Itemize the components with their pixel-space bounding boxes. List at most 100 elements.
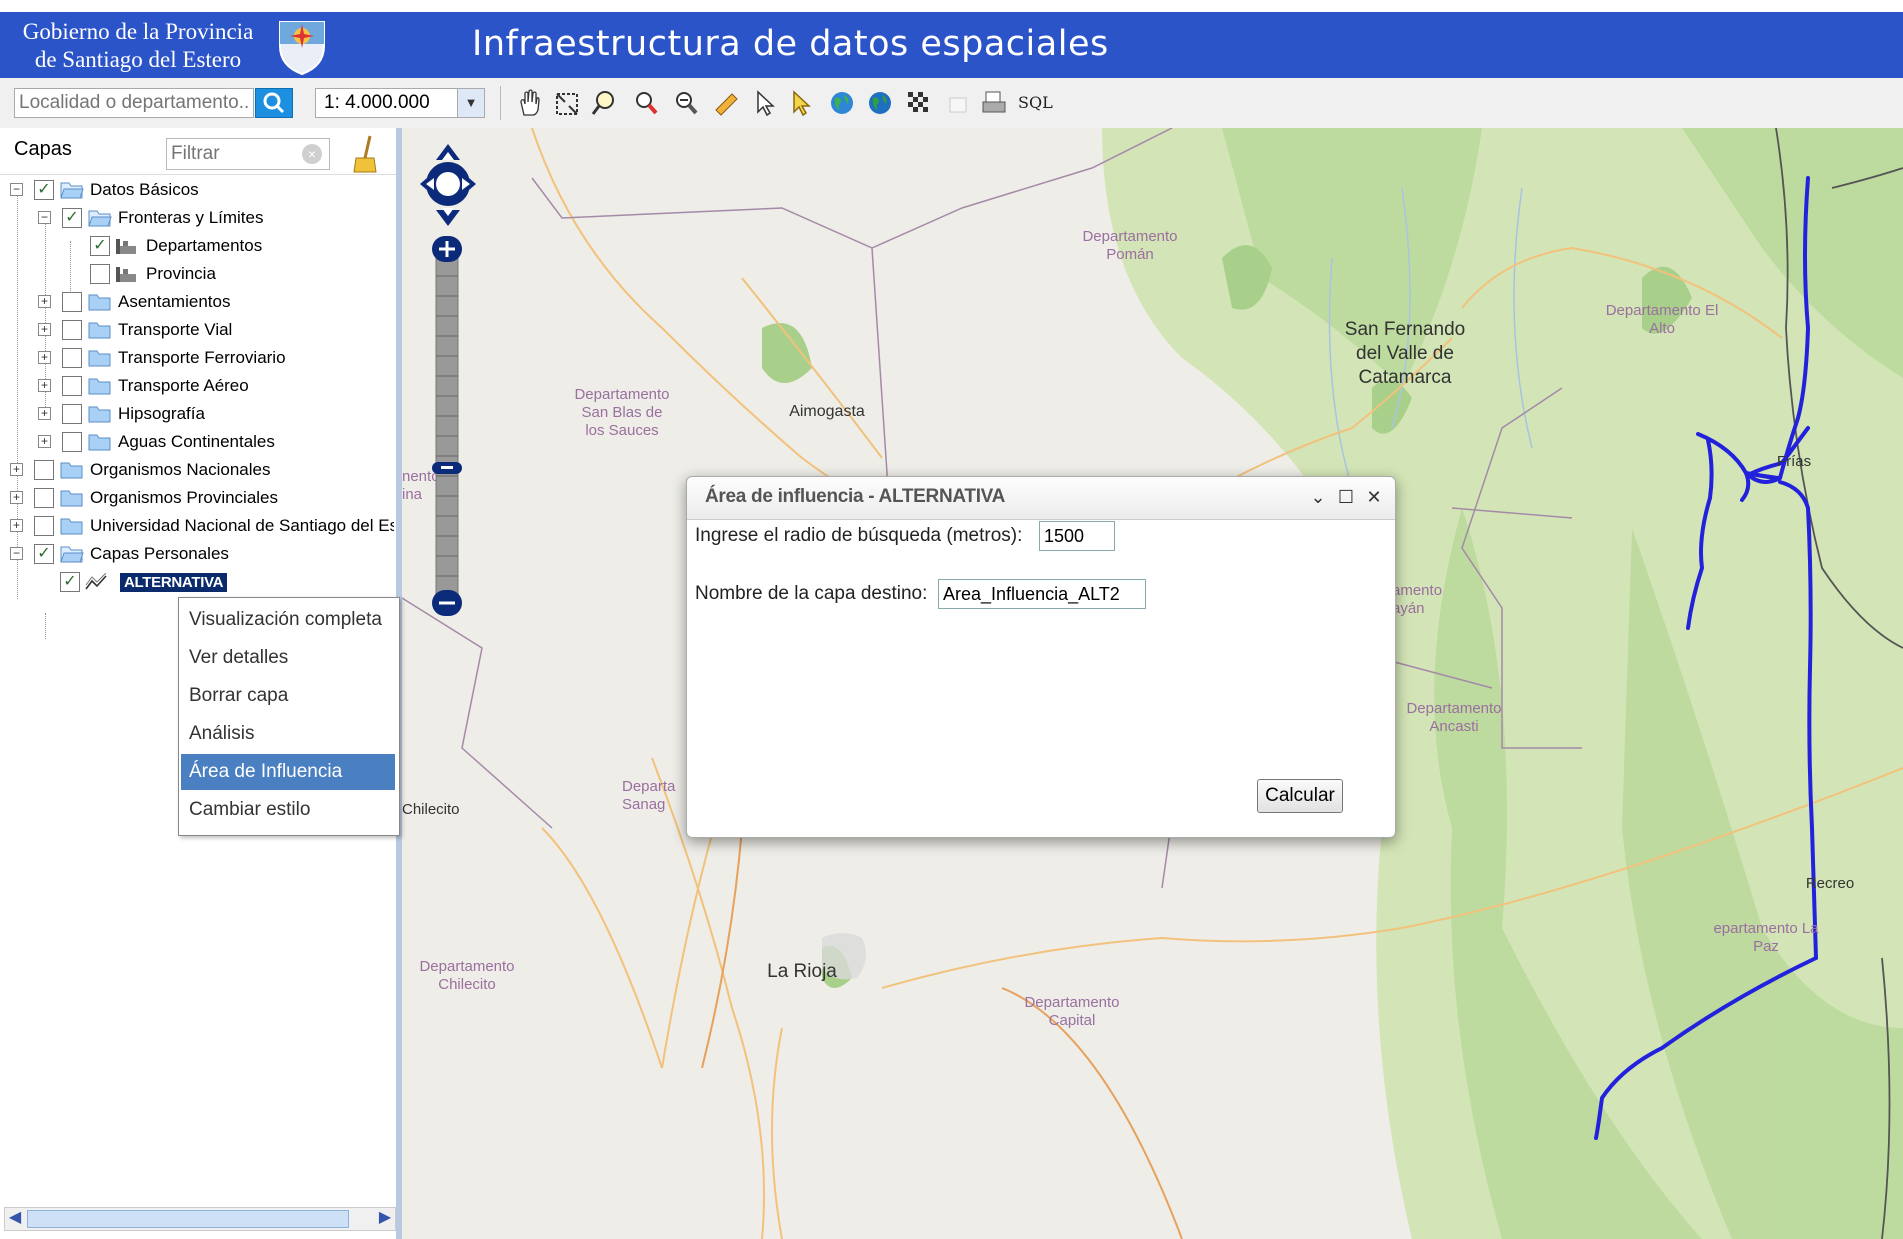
tree-node-label: Transporte Vial	[118, 320, 233, 339]
globe-icon[interactable]	[828, 88, 856, 118]
panel-title: Capas	[14, 138, 72, 160]
zoom-out-icon[interactable]	[672, 88, 700, 118]
map-label-recreo: Recreo	[1805, 875, 1855, 892]
menu-item-analisis[interactable]: Análisis	[181, 716, 395, 752]
layer-checkbox[interactable]: ✓	[62, 208, 82, 228]
chevron-down-icon: ▼	[457, 89, 484, 117]
map-label-dep-el-alto: Departamento El Alto	[1605, 302, 1719, 337]
expand-icon[interactable]: +	[10, 491, 23, 504]
horizontal-scrollbar[interactable]: ◀ ▶	[4, 1207, 396, 1231]
broom-icon[interactable]	[350, 134, 380, 174]
layer-checkbox[interactable]	[90, 264, 110, 284]
location-search-input[interactable]	[14, 88, 254, 118]
map-label-la-rioja: La Rioja	[767, 961, 837, 982]
folder-icon	[88, 350, 111, 367]
globe-2-icon[interactable]	[866, 88, 894, 118]
pan-control[interactable]	[418, 142, 478, 228]
scale-select[interactable]: 1: 4.000.000 ▼	[315, 88, 485, 118]
menu-item-cambiar-estilo[interactable]: Cambiar estilo	[181, 792, 395, 828]
map-label-san-fernando: San Fernando del Valle de Catamarca	[1344, 319, 1466, 388]
radius-input[interactable]	[1039, 521, 1115, 551]
province-crest-icon	[279, 21, 325, 76]
map-label-dep-poman: Departamento Pomán	[1082, 228, 1178, 263]
menu-item-ver-detalles[interactable]: Ver detalles	[181, 640, 395, 676]
expand-icon[interactable]: +	[38, 351, 51, 364]
layer-checkbox[interactable]: ✓	[34, 180, 54, 200]
gov-title-line2: de Santiago del Estero	[34, 47, 242, 72]
tree-node-label: Transporte Ferroviario	[118, 348, 286, 367]
layer-checkbox[interactable]	[34, 488, 54, 508]
map-label-dep-ancasti: Departamento Ancasti	[1406, 700, 1502, 735]
collapse-icon[interactable]: −	[10, 183, 23, 196]
search-button[interactable]	[255, 88, 293, 118]
select-icon[interactable]	[788, 88, 816, 118]
line-layer-icon	[85, 573, 107, 590]
layer-checkbox[interactable]	[34, 460, 54, 480]
expand-icon[interactable]: +	[38, 435, 51, 448]
sql-button[interactable]: SQL	[1018, 93, 1053, 112]
map-label-chilecito: Chilecito	[402, 801, 460, 818]
clear-filter-icon[interactable]: ×	[302, 144, 322, 164]
expand-icon[interactable]: +	[38, 407, 51, 420]
scrollbar-thumb[interactable]	[27, 1210, 349, 1228]
map-label-dep-la-paz: epartamento La Paz	[1713, 920, 1819, 955]
tree-node-universidad[interactable]: + Universidad Nacional de Santiago del E…	[10, 513, 394, 539]
layer-checkbox[interactable]: ✓	[34, 544, 54, 564]
collapse-dialog-icon[interactable]: ⌄	[1307, 485, 1329, 509]
pan-hand-icon[interactable]	[515, 88, 543, 118]
measure-icon[interactable]	[712, 88, 740, 118]
print-icon[interactable]	[980, 88, 1008, 118]
radius-label: Ingrese el radio de búsqueda (metros):	[695, 525, 1023, 546]
government-title: Gobierno de la Provincia de Santiago del…	[18, 18, 258, 74]
tree-node-label: Capas Personales	[90, 544, 229, 563]
collapse-icon[interactable]: −	[38, 211, 51, 224]
zoom-slider[interactable]	[432, 236, 462, 616]
layer-checkbox[interactable]	[62, 292, 82, 312]
layer-checkbox[interactable]: ✓	[60, 572, 80, 592]
folder-icon	[60, 462, 83, 479]
tree-node-label: Datos Básicos	[90, 180, 199, 199]
collapse-icon[interactable]: −	[10, 547, 23, 560]
close-dialog-icon[interactable]: ✕	[1363, 485, 1385, 509]
expand-icon[interactable]: +	[38, 323, 51, 336]
layer-checkbox[interactable]	[62, 320, 82, 340]
zoom-extent-icon[interactable]	[553, 88, 581, 118]
layer-name-input[interactable]	[938, 579, 1146, 609]
dialog-header[interactable]: Área de influencia - ALTERNATIVA ⌄ ☐ ✕	[687, 477, 1395, 520]
menu-item-visualizacion-completa[interactable]: Visualización completa	[181, 602, 395, 638]
scroll-right-icon[interactable]: ▶	[375, 1208, 395, 1228]
grid-icon[interactable]	[904, 88, 932, 118]
folder-icon	[60, 518, 83, 535]
layer-checkbox[interactable]	[62, 404, 82, 424]
menu-item-area-de-influencia[interactable]: Área de Influencia	[181, 754, 395, 790]
expand-icon[interactable]: +	[38, 379, 51, 392]
expand-icon[interactable]: +	[10, 519, 23, 532]
folder-icon	[88, 378, 111, 395]
zoom-in-icon[interactable]	[632, 88, 660, 118]
maximize-dialog-icon[interactable]: ☐	[1335, 485, 1357, 509]
layer-name-label: Nombre de la capa destino:	[695, 583, 928, 604]
menu-item-borrar-capa[interactable]: Borrar capa	[181, 678, 395, 714]
map-label-dep-chilecito: Departamento Chilecito	[419, 958, 515, 993]
map-label-ambato: amento ayán	[1392, 582, 1443, 617]
calcular-button[interactable]: Calcular	[1257, 779, 1343, 813]
scroll-left-icon[interactable]: ◀	[5, 1208, 25, 1228]
toolbar: 1: 4.000.000 ▼ SQL	[0, 78, 1903, 129]
expand-icon[interactable]: +	[10, 463, 23, 476]
map-label-dep-sanagasta: Departa Sanag	[622, 778, 676, 813]
tree-node-label: Organismos Provinciales	[90, 488, 279, 507]
blank-icon[interactable]	[944, 88, 972, 118]
info-icon[interactable]	[752, 88, 780, 118]
layer-checkbox[interactable]	[34, 516, 54, 536]
layer-checkbox[interactable]	[62, 348, 82, 368]
zoom-box-icon[interactable]	[590, 88, 618, 118]
layer-checkbox[interactable]	[62, 432, 82, 452]
map-label-aimogasta: Aimogasta	[789, 403, 865, 420]
layer-checkbox[interactable]	[62, 376, 82, 396]
scale-value: 1: 4.000.000	[324, 92, 430, 113]
expand-icon[interactable]: +	[38, 295, 51, 308]
layer-checkbox[interactable]: ✓	[90, 236, 110, 256]
tree-node-label-selected: ALTERNATIVA	[120, 572, 228, 592]
dialog-title: Área de influencia - ALTERNATIVA	[705, 486, 1006, 507]
map-label-dep-san-blas: Departamento San Blas de los Sauces	[574, 386, 670, 439]
